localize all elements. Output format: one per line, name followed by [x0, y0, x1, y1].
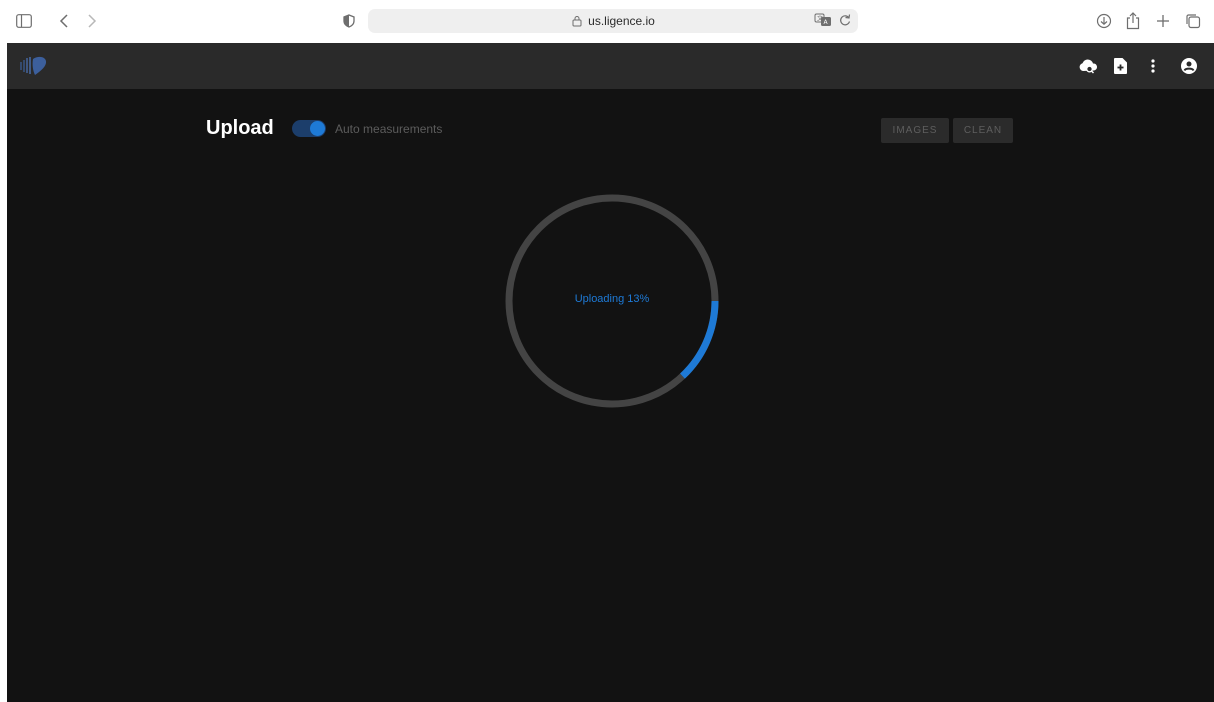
sidebar-icon[interactable] — [12, 9, 36, 33]
translate-icon[interactable]: 文A — [814, 13, 832, 30]
share-icon[interactable] — [1121, 9, 1145, 33]
auto-measurements-toggle[interactable] — [292, 120, 326, 137]
tab-overview-icon[interactable] — [1181, 9, 1205, 33]
browser-toolbar: us.ligence.io 文A — [0, 0, 1214, 42]
more-vert-icon[interactable] — [1141, 54, 1165, 78]
file-add-icon[interactable] — [1108, 54, 1132, 78]
reload-icon[interactable] — [838, 13, 852, 30]
forward-icon[interactable] — [80, 9, 104, 33]
svg-text:文: 文 — [817, 15, 823, 23]
account-icon[interactable] — [1177, 54, 1201, 78]
images-button[interactable]: IMAGES — [881, 118, 949, 143]
address-bar[interactable]: us.ligence.io 文A — [368, 9, 858, 33]
ligence-logo-icon[interactable] — [19, 55, 53, 77]
lock-icon — [571, 15, 583, 27]
progress-text: Uploading 13% — [574, 293, 650, 305]
toggle-knob — [310, 121, 325, 136]
download-icon[interactable] — [1092, 9, 1116, 33]
toggle-label: Auto measurements — [335, 122, 443, 136]
new-tab-icon[interactable] — [1151, 9, 1175, 33]
url-text: us.ligence.io — [588, 14, 655, 28]
page-title: Upload — [206, 117, 274, 139]
app-header — [7, 43, 1214, 89]
cloud-search-icon[interactable] — [1076, 54, 1100, 78]
clean-button[interactable]: CLEAN — [953, 118, 1013, 143]
app-window: Upload Auto measurements IMAGES CLEAN Up… — [7, 43, 1214, 702]
back-icon[interactable] — [52, 9, 76, 33]
shield-icon[interactable] — [337, 9, 361, 33]
